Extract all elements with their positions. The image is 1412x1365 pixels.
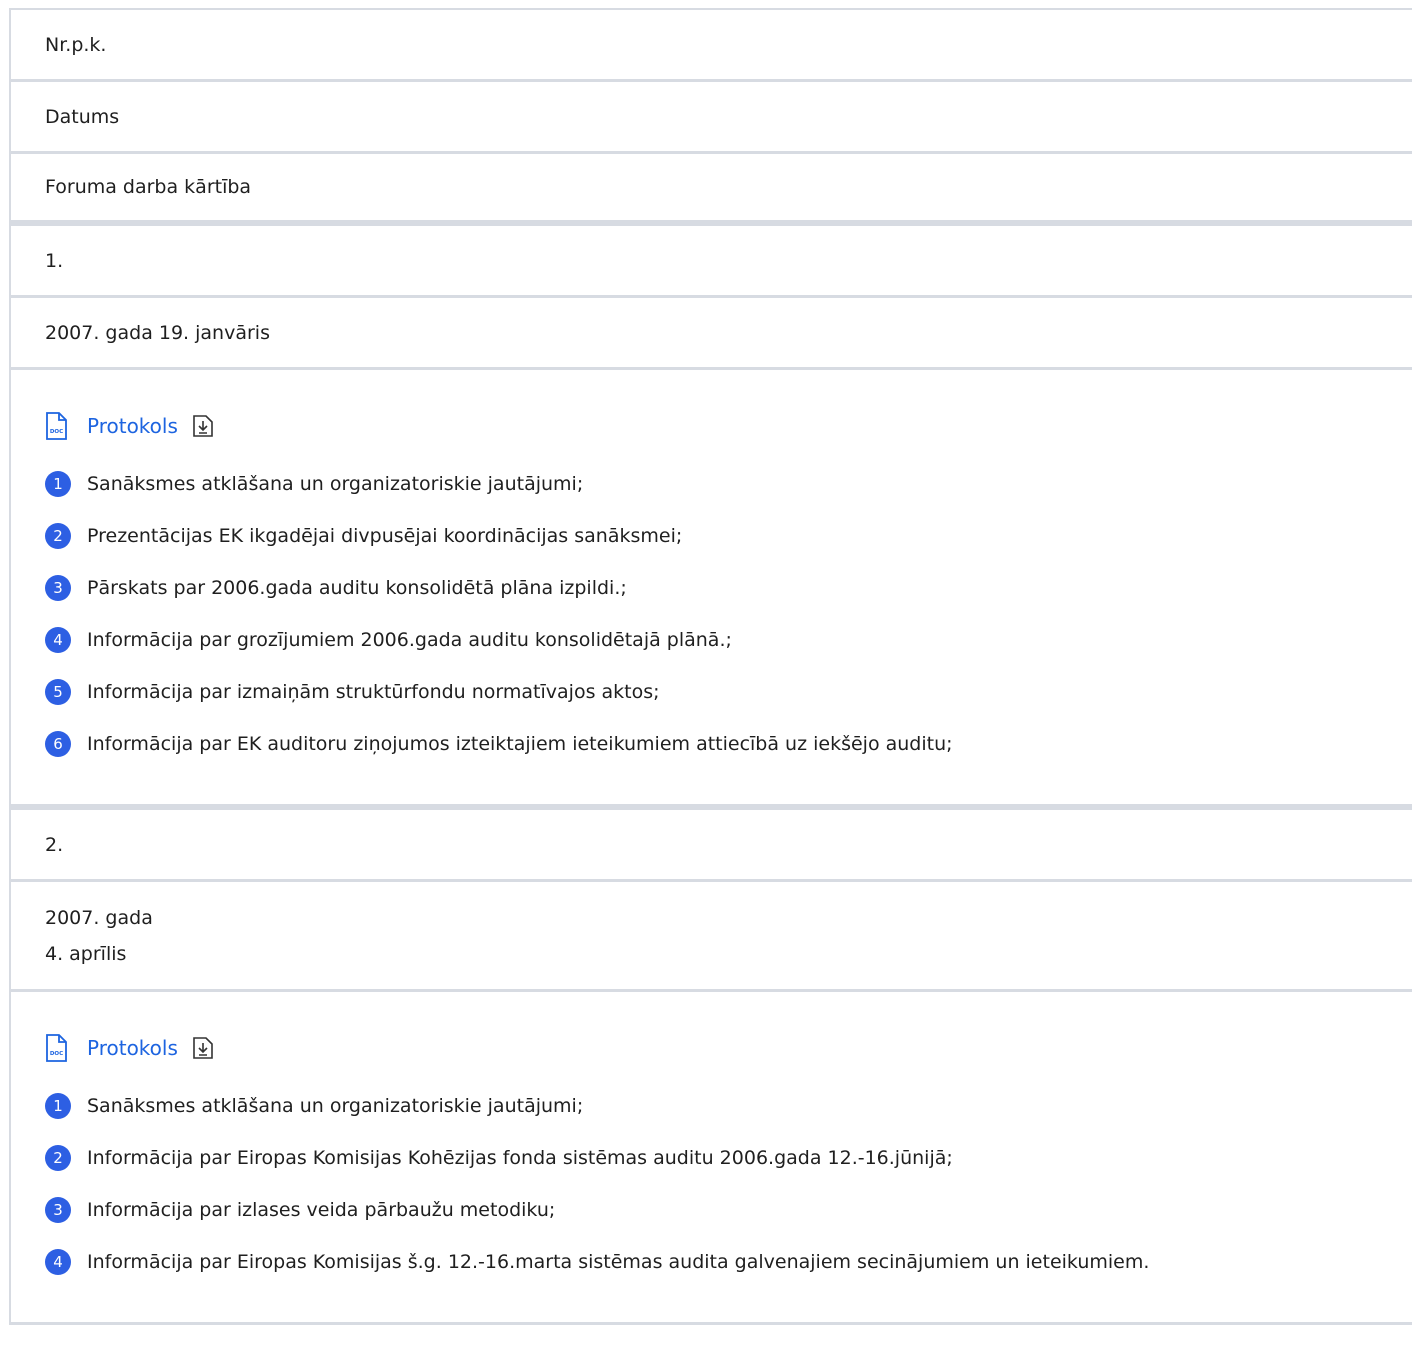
item-number-badge: 2 (45, 1145, 71, 1171)
item-text: Informācija par izmaiņām struktūrfondu n… (87, 681, 660, 703)
item-number-badge: 5 (45, 679, 71, 705)
list-item: 1 Sanāksmes atklāšana un organizatoriskie… (45, 458, 1412, 510)
protocol-label[interactable]: Protokols (87, 408, 178, 444)
entry-2-agenda: DOC Protokols 1 Sanāksmes atklāšana un or… (11, 992, 1412, 1325)
entry-number: 2. (45, 833, 64, 856)
protocol-label[interactable]: Protokols (87, 1030, 178, 1066)
item-text: Prezentācijas EK ikgadējai divpusējai ko… (87, 525, 683, 547)
list-item: 4 Informācija par Eiropas Komisijas š.g. … (45, 1236, 1412, 1288)
list-item: 4 Informācija par grozījumiem 2006.gada a… (45, 614, 1412, 666)
entry-1-number: 1. (11, 226, 1412, 298)
entry-2-date: 2007. gada 4. aprīlis (11, 882, 1412, 992)
item-text: Informācija par EK auditoru ziņojumos iz… (87, 733, 953, 755)
entry-1-agenda: DOC Protokols 1 Sanāksmes atklāšana un or… (11, 370, 1412, 810)
doc-file-icon: DOC (46, 412, 67, 440)
svg-text:DOC: DOC (50, 429, 63, 435)
item-text: Sanāksmes atklāšana un organizatoriskie … (87, 1095, 584, 1117)
list-item: 1 Sanāksmes atklāšana un organizatoriskie… (45, 1080, 1412, 1132)
item-number-badge: 2 (45, 523, 71, 549)
item-number-badge: 4 (45, 627, 71, 653)
header-agenda-label: Foruma darba kārtība (45, 176, 252, 198)
item-text: Informācija par Eiropas Komisijas š.g. 1… (87, 1251, 1150, 1273)
item-number-badge: 1 (45, 471, 71, 497)
list-item: 3 Informācija par izlases veida pārbaužu … (45, 1184, 1412, 1236)
entry-number: 1. (45, 249, 64, 272)
header-agenda: Foruma darba kārtība (11, 154, 1412, 226)
item-text: Informācija par izlases veida pārbaužu m… (87, 1199, 556, 1221)
list-item: 5 Informācija par izmaiņām struktūrfondu … (45, 666, 1412, 718)
protocol-link[interactable]: DOC Protokols (45, 406, 1412, 446)
item-number-badge: 6 (45, 731, 71, 757)
list-item: 2 Prezentācijas EK ikgadējai divpusējai k… (45, 510, 1412, 562)
item-number-badge: 1 (45, 1093, 71, 1119)
agenda-list: 1 Sanāksmes atklāšana un organizatoriskie… (45, 1080, 1412, 1288)
item-text: Informācija par Eiropas Komisijas Kohēzi… (87, 1147, 953, 1169)
list-item: 2 Informācija par Eiropas Komisijas Kohēz… (45, 1132, 1412, 1184)
item-number-badge: 4 (45, 1249, 71, 1275)
item-number-badge: 3 (45, 575, 71, 601)
item-text: Sanāksmes atklāšana un organizatoriskie … (87, 473, 584, 495)
entry-2-number: 2. (11, 810, 1412, 882)
header-date-label: Datums (45, 105, 120, 128)
entry-date-line1: 2007. gada (45, 906, 153, 929)
header-nr: Nr.p.k. (11, 10, 1412, 82)
entry-1-date: 2007. gada 19. janvāris (11, 298, 1412, 370)
header-date: Datums (11, 82, 1412, 154)
header-nr-label: Nr.p.k. (45, 33, 107, 56)
entry-date-line2: 4. aprīlis (45, 942, 127, 965)
agenda-list: 1 Sanāksmes atklāšana un organizatoriskie… (45, 458, 1412, 770)
list-item: 3 Pārskats par 2006.gada auditu konsolidē… (45, 562, 1412, 614)
item-text: Pārskats par 2006.gada auditu konsolidēt… (87, 577, 627, 599)
download-icon[interactable] (192, 1036, 214, 1060)
doc-file-icon: DOC (46, 1034, 67, 1062)
download-icon[interactable] (192, 414, 214, 438)
svg-text:DOC: DOC (50, 1051, 63, 1057)
item-number-badge: 3 (45, 1197, 71, 1223)
item-text: Informācija par grozījumiem 2006.gada au… (87, 629, 732, 651)
forum-table: Nr.p.k. Datums Foruma darba kārtība 1. 2… (9, 8, 1412, 1325)
list-item: 6 Informācija par EK auditoru ziņojumos i… (45, 718, 1412, 770)
protocol-link[interactable]: DOC Protokols (45, 1028, 1412, 1068)
entry-date: 2007. gada 19. janvāris (45, 321, 270, 344)
